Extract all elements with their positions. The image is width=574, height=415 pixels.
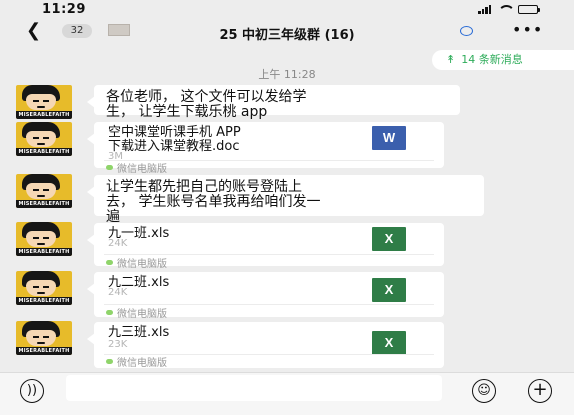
word-icon: W xyxy=(372,126,406,150)
file-size: 23K xyxy=(108,339,128,350)
double-chevron-up-icon: ↟ xyxy=(446,53,456,66)
file-source: 微信电脑版 xyxy=(106,160,167,175)
file-source: 微信电脑版 xyxy=(106,305,167,320)
avatar-caption: MISERABLEFAITH xyxy=(16,347,72,355)
wechat-pc-icon xyxy=(106,165,113,170)
file-source-label: 微信电脑版 xyxy=(117,309,167,320)
avatar-caption: MISERABLEFAITH xyxy=(16,200,72,208)
status-icons xyxy=(478,5,540,14)
sender-avatar[interactable]: MISERABLEFAITH xyxy=(16,174,72,208)
avatar-caption: MISERABLEFAITH xyxy=(16,297,72,305)
circle-icon[interactable] xyxy=(460,26,473,36)
message-line: 去， 学生账号名单我再给咱们发一 xyxy=(106,194,321,210)
wechat-pc-icon xyxy=(106,359,113,364)
file-message-card[interactable]: 九一班.xls 24K X 微信电脑版 xyxy=(87,223,444,270)
message-bubble[interactable]: 让学生都先把自己的账号登陆上 去， 学生账号名单我再给咱们发一 遍 xyxy=(87,175,484,225)
file-size: 24K xyxy=(108,287,128,298)
file-name-line: 下载进入课堂教程.doc xyxy=(108,139,240,154)
file-message-card[interactable]: 九三班.xls 23K X 微信电脑版 xyxy=(87,322,444,369)
sender-avatar[interactable]: MISERABLEFAITH xyxy=(16,222,72,256)
sender-avatar[interactable]: MISERABLEFAITH xyxy=(16,321,72,355)
wechat-pc-icon xyxy=(106,260,113,265)
status-bar: 11:29 xyxy=(0,0,574,20)
status-time: 11:29 xyxy=(42,2,86,17)
emoji-icon[interactable]: ☺ xyxy=(472,379,496,403)
signal-icon xyxy=(478,5,491,14)
new-messages-button[interactable]: ↟ 14 条新消息 xyxy=(432,50,574,70)
sender-avatar[interactable]: MISERABLEFAITH xyxy=(16,271,72,305)
message-line: 让学生都先把自己的账号登陆上 xyxy=(106,179,302,195)
new-messages-label: 14 条新消息 xyxy=(461,53,523,66)
more-icon[interactable]: ••• xyxy=(512,22,543,38)
file-name: 九一班.xls xyxy=(108,226,170,241)
file-name: 九二班.xls xyxy=(108,275,170,290)
file-message-card[interactable]: 九二班.xls 24K X 微信电脑版 xyxy=(87,272,444,320)
message-line: 生， 让学生下载乐桃 app xyxy=(106,104,268,120)
message-bubble[interactable]: 各位老师， 这个文件可以发给学 生， 让学生下载乐桃 app xyxy=(87,85,460,120)
sender-avatar[interactable]: MISERABLEFAITH xyxy=(16,122,72,156)
input-bar: )) ☺ + xyxy=(0,372,574,415)
file-name: 空中课堂听课手机 APP 下载进入课堂教程.doc xyxy=(108,126,358,154)
file-source-label: 微信电脑版 xyxy=(117,164,167,175)
message-line: 各位老师， 这个文件可以发给学 xyxy=(106,89,307,105)
file-source: 微信电脑版 xyxy=(106,255,167,270)
battery-icon xyxy=(518,5,540,14)
excel-icon: X xyxy=(372,331,406,355)
file-size: 24K xyxy=(108,238,128,249)
file-source-label: 微信电脑版 xyxy=(117,358,167,369)
file-name: 九三班.xls xyxy=(108,325,170,340)
excel-icon: X xyxy=(372,278,406,302)
file-source-label: 微信电脑版 xyxy=(117,259,167,270)
file-name-line: 空中课堂听课手机 APP xyxy=(108,125,241,140)
wechat-pc-icon xyxy=(106,310,113,315)
file-source: 微信电脑版 xyxy=(106,354,167,369)
chat-header: ❮ 32 25 中初三年级群 (16) ••• xyxy=(0,20,574,44)
file-message-card[interactable]: 空中课堂听课手机 APP 下载进入课堂教程.doc 3M W 微信电脑版 xyxy=(87,122,444,175)
excel-icon: X xyxy=(372,227,406,251)
chat-title: 25 中初三年级群 (16) xyxy=(219,28,355,43)
avatar-caption: MISERABLEFAITH xyxy=(16,148,72,156)
plus-icon[interactable]: + xyxy=(528,379,552,403)
avatar-caption: MISERABLEFAITH xyxy=(16,111,72,119)
sender-avatar[interactable]: MISERABLEFAITH xyxy=(16,85,72,119)
message-input[interactable] xyxy=(66,375,442,401)
voice-icon[interactable]: )) xyxy=(20,379,44,403)
wifi-icon xyxy=(498,5,515,14)
avatar-caption: MISERABLEFAITH xyxy=(16,248,72,256)
